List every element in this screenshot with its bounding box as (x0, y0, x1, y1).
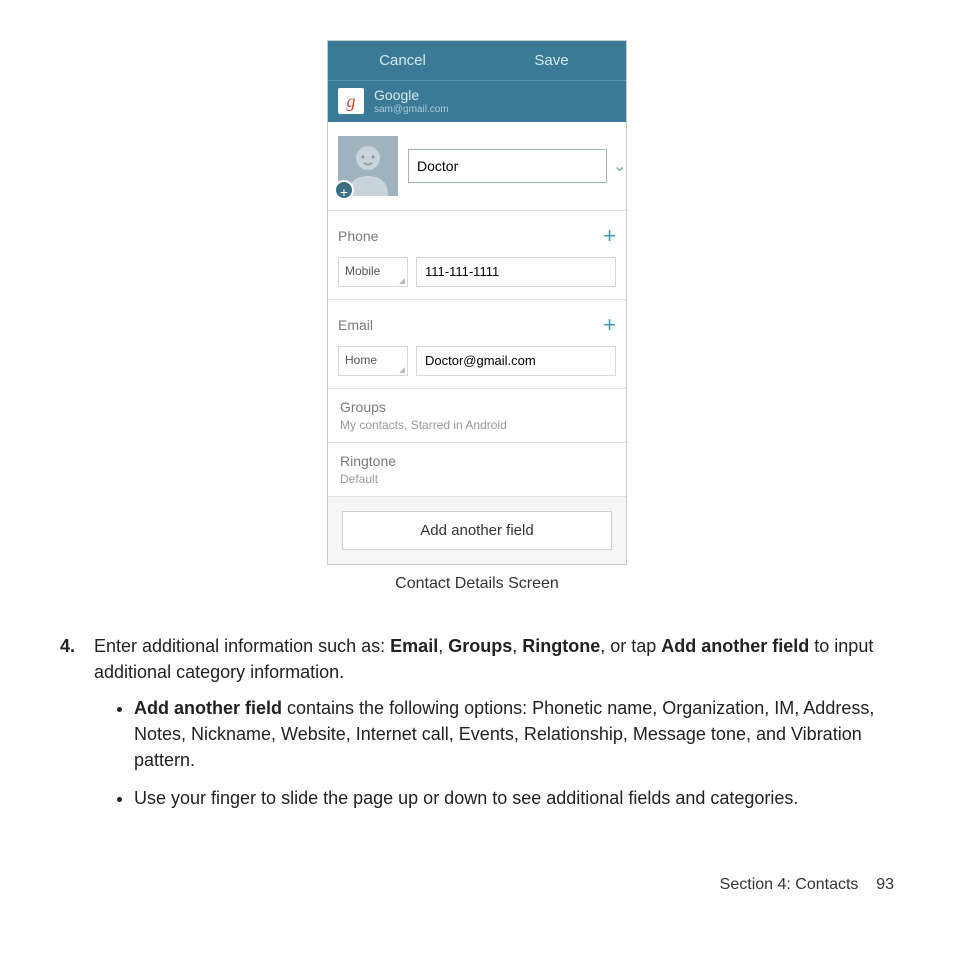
phone-type-select[interactable]: Mobile (338, 257, 408, 287)
account-provider: Google (374, 87, 449, 104)
ringtone-row[interactable]: Ringtone Default (328, 443, 626, 497)
phone-section-label: Phone (338, 228, 378, 244)
account-header[interactable]: g Google sam@gmail.com (328, 80, 626, 122)
groups-value: My contacts, Starred in Android (340, 418, 614, 432)
groups-label: Groups (340, 399, 614, 415)
groups-row[interactable]: Groups My contacts, Starred in Android (328, 389, 626, 443)
add-phone-icon[interactable]: + (603, 223, 616, 249)
dialog-topbar: Cancel Save (328, 41, 626, 80)
figure-caption: Contact Details Screen (60, 575, 894, 593)
save-button[interactable]: Save (477, 41, 626, 80)
contact-name-input[interactable] (408, 149, 607, 183)
step-number: 4. (60, 633, 94, 824)
footer-section: Section 4: Contacts (720, 876, 859, 893)
contact-edit-screenshot: Cancel Save g Google sam@gmail.com + (327, 40, 627, 565)
google-icon: g (338, 88, 364, 114)
ringtone-label: Ringtone (340, 453, 614, 469)
ringtone-value: Default (340, 472, 614, 486)
account-text: Google sam@gmail.com (374, 87, 449, 116)
expand-name-icon[interactable]: ⌄ (613, 156, 626, 176)
step-text: Enter additional information such as: Em… (94, 633, 894, 824)
email-section-label: Email (338, 317, 373, 333)
instruction-body: 4. Enter additional information such as:… (60, 633, 894, 824)
add-email-icon[interactable]: + (603, 312, 616, 338)
page-footer: Section 4: Contacts 93 (720, 876, 894, 894)
add-photo-icon[interactable]: + (334, 180, 354, 200)
add-another-field-button[interactable]: Add another field (342, 511, 612, 550)
phone-number-input[interactable] (416, 257, 616, 287)
cancel-button[interactable]: Cancel (328, 41, 477, 80)
footer-page: 93 (876, 876, 894, 893)
email-type-select[interactable]: Home (338, 346, 408, 376)
contact-avatar[interactable]: + (338, 136, 398, 196)
email-address-input[interactable] (416, 346, 616, 376)
account-email: sam@gmail.com (374, 104, 449, 116)
bullet-2: Use your finger to slide the page up or … (134, 785, 894, 811)
bullet-1: Add another field contains the following… (134, 695, 894, 773)
